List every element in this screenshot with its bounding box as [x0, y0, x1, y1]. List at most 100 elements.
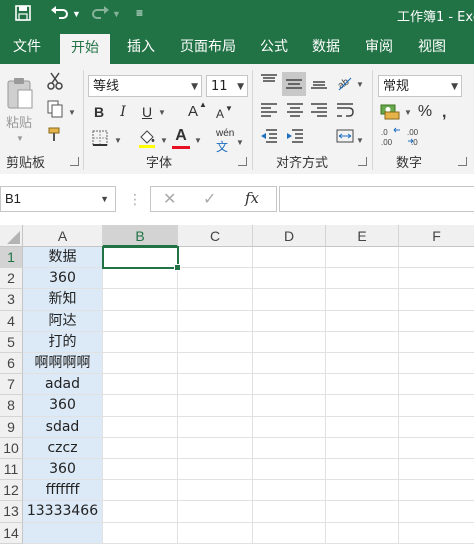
cell-e7[interactable]	[326, 374, 399, 396]
cell-f11[interactable]	[399, 459, 474, 481]
cell-b3[interactable]	[103, 289, 178, 311]
cell-b6[interactable]	[103, 353, 178, 375]
insert-function-button[interactable]: fx	[245, 189, 259, 207]
font-color-button[interactable]: A	[172, 126, 190, 146]
cell-f1[interactable]	[399, 247, 474, 269]
column-header-f[interactable]: F	[399, 225, 474, 247]
name-box[interactable]: B1 ▼	[0, 186, 116, 212]
tab-file[interactable]: 文件	[4, 30, 50, 64]
cell-d4[interactable]	[253, 310, 326, 332]
wrap-text-icon[interactable]	[334, 102, 356, 122]
cell-b7[interactable]	[103, 374, 178, 396]
tab-formulas[interactable]: 公式	[252, 30, 296, 64]
cell-b11[interactable]	[103, 459, 178, 481]
bold-button[interactable]: B	[90, 102, 108, 122]
increase-indent-icon[interactable]	[284, 128, 306, 148]
cell-c5[interactable]	[178, 331, 253, 353]
cell-c12[interactable]	[178, 480, 253, 502]
row-header-12[interactable]: 12	[0, 480, 23, 502]
merge-center-icon[interactable]	[334, 128, 356, 148]
cell-c10[interactable]	[178, 437, 253, 459]
redo-icon[interactable]	[90, 4, 110, 27]
format-painter-icon[interactable]	[44, 126, 66, 146]
underline-dropdown-icon[interactable]: ▼	[158, 108, 166, 117]
customize-qat-icon[interactable]: ≡	[136, 6, 143, 20]
cell-e5[interactable]	[326, 331, 399, 353]
accounting-dropdown-icon[interactable]: ▼	[404, 108, 412, 117]
cell-a12[interactable]: fffffff	[23, 480, 103, 502]
cell-e9[interactable]	[326, 416, 399, 438]
font-name-dropdown-icon[interactable]: ▼	[191, 76, 198, 98]
underline-button[interactable]: U	[138, 102, 156, 122]
undo-dropdown-icon[interactable]: ▼	[72, 9, 81, 19]
row-header-1[interactable]: 1	[0, 247, 23, 269]
formula-bar-grip-icon[interactable]: ⋮	[128, 190, 142, 208]
cell-e13[interactable]	[326, 501, 399, 523]
row-header-10[interactable]: 10	[0, 437, 23, 459]
merge-dropdown-icon[interactable]: ▼	[356, 136, 364, 145]
cell-b10[interactable]	[103, 437, 178, 459]
cell-d2[interactable]	[253, 268, 326, 290]
cell-d10[interactable]	[253, 437, 326, 459]
cell-c4[interactable]	[178, 310, 253, 332]
decrease-indent-icon[interactable]	[258, 128, 280, 148]
cell-e6[interactable]	[326, 353, 399, 375]
cell-c9[interactable]	[178, 416, 253, 438]
number-launcher-icon[interactable]	[458, 157, 467, 166]
cell-a4[interactable]: 阿达	[23, 310, 103, 332]
redo-dropdown-icon[interactable]: ▼	[112, 9, 121, 19]
decrease-decimal-icon[interactable]: .00.0	[406, 126, 428, 147]
cell-d14[interactable]	[253, 522, 326, 544]
cell-b4[interactable]	[103, 310, 178, 332]
cell-f6[interactable]	[399, 353, 474, 375]
cell-d13[interactable]	[253, 501, 326, 523]
cell-f4[interactable]	[399, 311, 474, 332]
tab-review[interactable]: 审阅	[356, 30, 402, 64]
paste-dropdown-icon[interactable]: ▼	[16, 134, 24, 143]
increase-decimal-icon[interactable]: .0.00	[380, 126, 402, 147]
cell-b9[interactable]	[103, 416, 178, 438]
column-header-d[interactable]: D	[253, 225, 326, 247]
cell-c3[interactable]	[178, 289, 253, 311]
cell-f9[interactable]	[399, 417, 474, 438]
phonetic-icon[interactable]: 文	[216, 138, 228, 155]
paste-icon[interactable]	[6, 76, 34, 115]
name-box-dropdown-icon[interactable]: ▼	[100, 187, 109, 211]
cell-f14[interactable]	[399, 523, 474, 544]
fill-handle[interactable]	[174, 264, 181, 272]
bottom-align-icon[interactable]	[308, 74, 330, 94]
cell-d9[interactable]	[253, 416, 326, 438]
cell-e2[interactable]	[326, 268, 399, 290]
column-header-a[interactable]: A	[23, 225, 103, 247]
cell-a13[interactable]: 13333466	[23, 501, 103, 523]
percent-button[interactable]: %	[416, 102, 434, 122]
align-right-icon[interactable]	[308, 102, 330, 122]
cell-a6[interactable]: 啊啊啊啊	[23, 353, 103, 375]
cell-c1[interactable]	[178, 247, 253, 269]
cell-c14[interactable]	[178, 522, 253, 544]
cell-d8[interactable]	[253, 395, 326, 417]
row-header-9[interactable]: 9	[0, 416, 23, 438]
cell-c2[interactable]	[178, 268, 253, 290]
cell-e3[interactable]	[326, 289, 399, 311]
copy-icon[interactable]	[44, 100, 66, 120]
formula-input[interactable]	[279, 186, 474, 212]
confirm-entry-icon[interactable]: ✓	[203, 189, 216, 209]
cell-e4[interactable]	[326, 310, 399, 332]
cell-d3[interactable]	[253, 289, 326, 311]
font-name-box[interactable]: 等线 ▼	[88, 75, 202, 97]
clipboard-launcher-icon[interactable]	[70, 157, 79, 166]
row-header-14[interactable]: 14	[0, 522, 23, 544]
font-size-dropdown-icon[interactable]: ▼	[237, 76, 244, 98]
orientation-dropdown-icon[interactable]: ▼	[356, 80, 364, 89]
cell-a3[interactable]: 新知	[23, 289, 103, 311]
number-format-dropdown-icon[interactable]: ▼	[451, 76, 458, 98]
column-header-e[interactable]: E	[326, 225, 399, 247]
cell-a7[interactable]: adad	[23, 374, 103, 396]
row-header-13[interactable]: 13	[0, 501, 23, 523]
fill-color-icon[interactable]	[136, 128, 158, 148]
cell-e10[interactable]	[326, 437, 399, 459]
borders-dropdown-icon[interactable]: ▼	[114, 136, 122, 145]
cell-c8[interactable]	[178, 395, 253, 417]
row-header-3[interactable]: 3	[0, 289, 23, 311]
